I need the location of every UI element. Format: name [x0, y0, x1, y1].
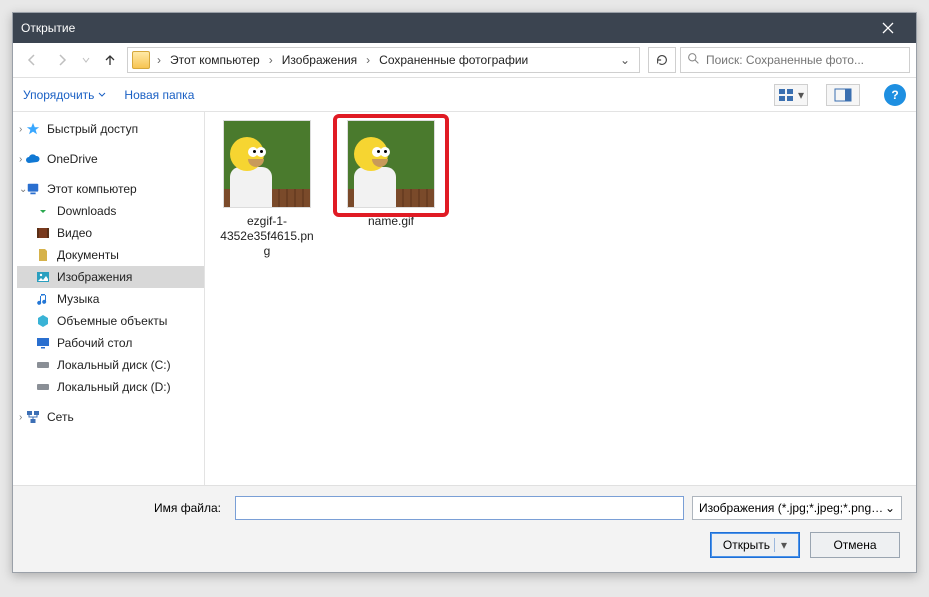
arrow-up-icon	[102, 52, 118, 68]
new-folder-button[interactable]: Новая папка	[124, 88, 194, 102]
tree-downloads[interactable]: Downloads	[17, 200, 204, 222]
chevron-right-icon[interactable]: ›	[152, 53, 166, 67]
cancel-button[interactable]: Отмена	[810, 532, 900, 558]
filename-input[interactable]	[235, 496, 684, 520]
organize-label: Упорядочить	[23, 88, 94, 102]
close-button[interactable]	[868, 13, 908, 43]
tree-disk-c[interactable]: Локальный диск (C:)	[17, 354, 204, 376]
forward-button[interactable]	[49, 47, 75, 73]
back-button[interactable]	[19, 47, 45, 73]
organize-button[interactable]: Упорядочить	[23, 88, 106, 102]
tree-quick-access[interactable]: ›Быстрый доступ	[17, 118, 204, 140]
tree-desktop[interactable]: Рабочий стол	[17, 332, 204, 354]
up-button[interactable]	[97, 47, 123, 73]
arrow-right-icon	[54, 52, 70, 68]
tree-music[interactable]: Музыка	[17, 288, 204, 310]
crumb-this-pc[interactable]: Этот компьютер	[168, 53, 262, 67]
file-item[interactable]: ezgif-1-4352e35f4615.png	[217, 120, 317, 259]
breadcrumb-dropdown[interactable]: ⌄	[615, 53, 635, 67]
tree-network[interactable]: ›Сеть	[17, 406, 204, 428]
thumbnails-icon	[778, 88, 796, 102]
chevron-right-icon[interactable]: ›	[361, 53, 375, 67]
collapse-icon[interactable]: ⌄	[19, 184, 31, 195]
expand-icon[interactable]: ›	[19, 154, 31, 165]
preview-pane-button[interactable]	[826, 84, 860, 106]
refresh-icon	[655, 53, 669, 67]
crumb-pictures[interactable]: Изображения	[280, 53, 359, 67]
file-item-selected[interactable]: name.gif	[341, 120, 441, 229]
preview-pane-icon	[834, 88, 852, 102]
chevron-down-icon[interactable]: ▾	[774, 538, 787, 552]
recent-dropdown[interactable]	[79, 47, 93, 73]
chevron-down-icon: ⌄	[885, 501, 895, 515]
tree-disk-d[interactable]: Локальный диск (D:)	[17, 376, 204, 398]
tree-pictures[interactable]: Изображения	[17, 266, 204, 288]
view-mode-button[interactable]: ▾	[774, 84, 808, 106]
nav-row: › Этот компьютер › Изображения › Сохране…	[13, 43, 916, 78]
file-name: name.gif	[341, 214, 441, 229]
tree-videos[interactable]: Видео	[17, 222, 204, 244]
tree-documents[interactable]: Документы	[17, 244, 204, 266]
chevron-down-icon: ▾	[798, 88, 804, 102]
chevron-down-icon	[82, 56, 90, 64]
file-thumbnail	[223, 120, 311, 208]
breadcrumb[interactable]: › Этот компьютер › Изображения › Сохране…	[127, 47, 640, 73]
file-name: ezgif-1-4352e35f4615.png	[217, 214, 317, 259]
dialog-body: ›Быстрый доступ ›OneDrive ⌄Этот компьюте…	[13, 112, 916, 485]
open-dialog: Открытие › Этот компьютер › Изображения …	[12, 12, 917, 573]
toolbar: Упорядочить Новая папка ▾ ?	[13, 78, 916, 112]
help-button[interactable]: ?	[884, 84, 906, 106]
arrow-left-icon	[24, 52, 40, 68]
open-button[interactable]: Открыть ▾	[710, 532, 800, 558]
navigation-tree: ›Быстрый доступ ›OneDrive ⌄Этот компьюте…	[13, 112, 205, 485]
help-icon: ?	[891, 88, 898, 102]
dialog-footer: Имя файла: Изображения (*.jpg;*.jpeg;*.p…	[13, 485, 916, 572]
folder-icon	[132, 51, 150, 69]
filename-label: Имя файла:	[27, 501, 227, 515]
titlebar: Открытие	[13, 13, 916, 43]
window-title: Открытие	[21, 21, 868, 35]
expand-icon[interactable]: ›	[19, 412, 31, 423]
tree-3d-objects[interactable]: Объемные объекты	[17, 310, 204, 332]
expand-icon[interactable]: ›	[19, 124, 31, 135]
search-input[interactable]	[706, 53, 903, 67]
tree-this-pc[interactable]: ⌄Этот компьютер	[17, 178, 204, 200]
crumb-saved-photos[interactable]: Сохраненные фотографии	[377, 53, 530, 67]
close-icon	[882, 22, 894, 34]
file-thumbnail	[347, 120, 435, 208]
filetype-dropdown[interactable]: Изображения (*.jpg;*.jpeg;*.png;*.gif) ⌄	[692, 496, 902, 520]
filetype-label: Изображения (*.jpg;*.jpeg;*.png;*.gif)	[699, 501, 885, 515]
search-box[interactable]	[680, 47, 910, 73]
file-list[interactable]: ezgif-1-4352e35f4615.png name.gif	[205, 112, 916, 485]
search-icon	[687, 52, 700, 68]
chevron-down-icon	[98, 91, 106, 99]
refresh-button[interactable]	[648, 47, 676, 73]
tree-onedrive[interactable]: ›OneDrive	[17, 148, 204, 170]
chevron-right-icon[interactable]: ›	[264, 53, 278, 67]
